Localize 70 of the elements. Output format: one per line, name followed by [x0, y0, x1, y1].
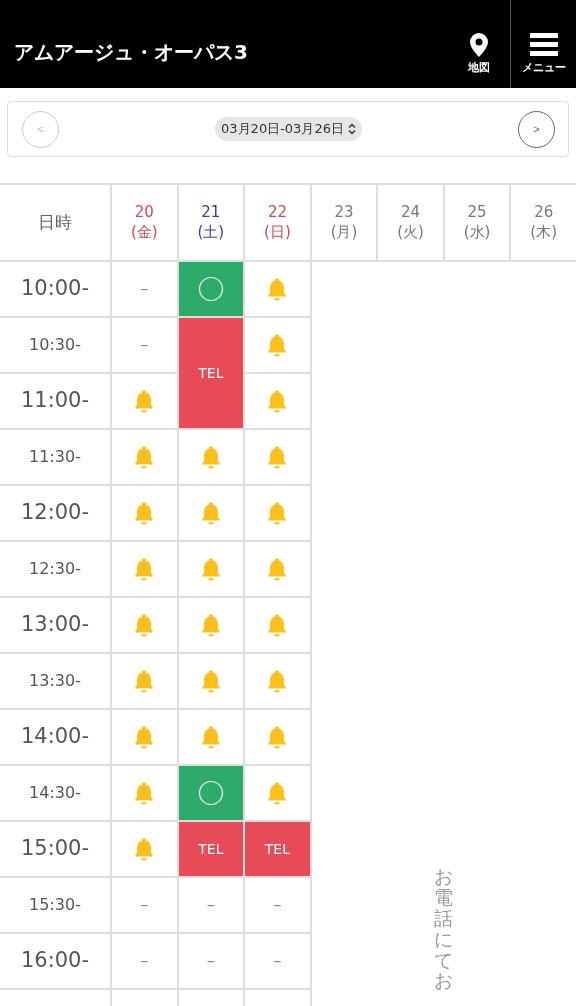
day-heading: 21 (土)	[197, 203, 225, 242]
time-label: 11:30-	[29, 446, 81, 468]
bell-slot[interactable]	[112, 542, 177, 596]
bell-slot[interactable]	[245, 654, 310, 708]
tel-slot[interactable]: TEL	[178, 318, 244, 428]
tel-slot[interactable]: TEL	[178, 822, 244, 876]
bell-slot[interactable]	[178, 598, 244, 652]
time-label: 14:00-	[20, 723, 90, 751]
time-label: 12:00-	[20, 499, 90, 527]
day-heading: 24 (火)	[397, 203, 424, 242]
bell-slot[interactable]	[112, 430, 177, 484]
bell-slot[interactable]	[112, 598, 177, 652]
time-label: 16:00-	[20, 947, 90, 975]
dash-text: –	[206, 894, 215, 916]
bell-slot[interactable]	[178, 486, 244, 540]
map-button[interactable]: 地図	[448, 0, 510, 88]
bell-slot[interactable]	[178, 430, 244, 484]
dash-text: –	[273, 894, 282, 916]
time-label: 12:30-	[29, 558, 81, 580]
time-label: 13:30-	[29, 670, 81, 692]
bell-slot[interactable]	[178, 542, 244, 596]
next-week-button[interactable]: >	[518, 110, 555, 148]
map-pin-icon	[470, 33, 488, 57]
bell-slot[interactable]	[178, 710, 244, 764]
bell-slot[interactable]	[245, 430, 310, 484]
time-label: 11:00-	[20, 387, 90, 415]
time-label: 13:00-	[20, 611, 90, 639]
day-heading: 20 (金)	[130, 203, 158, 242]
dash-text: –	[140, 950, 149, 972]
time-label: 10:00-	[20, 275, 90, 303]
dash-text: –	[140, 334, 149, 356]
bell-slot[interactable]	[112, 486, 177, 540]
column-heading: 日時	[38, 211, 72, 234]
week-select[interactable]: 03月20日-03月26日	[215, 117, 362, 141]
bell-slot[interactable]	[112, 654, 177, 708]
day-heading: 25 (水)	[463, 203, 491, 242]
day-heading: 26 (木)	[530, 203, 558, 242]
menu-icon	[529, 33, 558, 57]
dash-text: –	[273, 950, 282, 972]
bell-slot[interactable]	[112, 822, 177, 876]
time-label: 15:30-	[29, 894, 81, 916]
dash-text: –	[206, 950, 215, 972]
bell-slot[interactable]	[245, 766, 310, 820]
bell-slot[interactable]	[245, 710, 310, 764]
available-slot[interactable]	[178, 766, 244, 820]
bell-slot[interactable]	[245, 486, 310, 540]
day-heading: 22 (日)	[264, 203, 291, 242]
bell-slot[interactable]	[245, 262, 310, 316]
bell-slot[interactable]	[112, 374, 177, 428]
phone-note: お電話にてお	[434, 866, 454, 992]
circle-icon	[197, 276, 224, 302]
dash-text: –	[140, 894, 149, 916]
bell-slot[interactable]	[112, 710, 177, 764]
shop-title: アムアージュ・オーパス3	[14, 38, 249, 66]
circle-icon	[197, 780, 224, 806]
bell-slot[interactable]	[178, 654, 244, 708]
menu-button[interactable]: メニュー	[510, 0, 576, 88]
tel-slot[interactable]: TEL	[245, 822, 310, 876]
day-heading: 23 (月)	[330, 203, 358, 242]
available-slot[interactable]	[178, 262, 244, 316]
dash-text: –	[140, 278, 149, 300]
bell-slot[interactable]	[245, 542, 310, 596]
time-label: 14:30-	[29, 782, 81, 804]
time-label: 15:00-	[20, 835, 90, 863]
bell-slot[interactable]	[245, 318, 310, 372]
bell-slot[interactable]	[245, 374, 310, 428]
bell-slot[interactable]	[112, 766, 177, 820]
updown-icon	[347, 123, 356, 135]
bell-slot[interactable]	[245, 598, 310, 652]
time-label: 10:30-	[29, 334, 81, 356]
